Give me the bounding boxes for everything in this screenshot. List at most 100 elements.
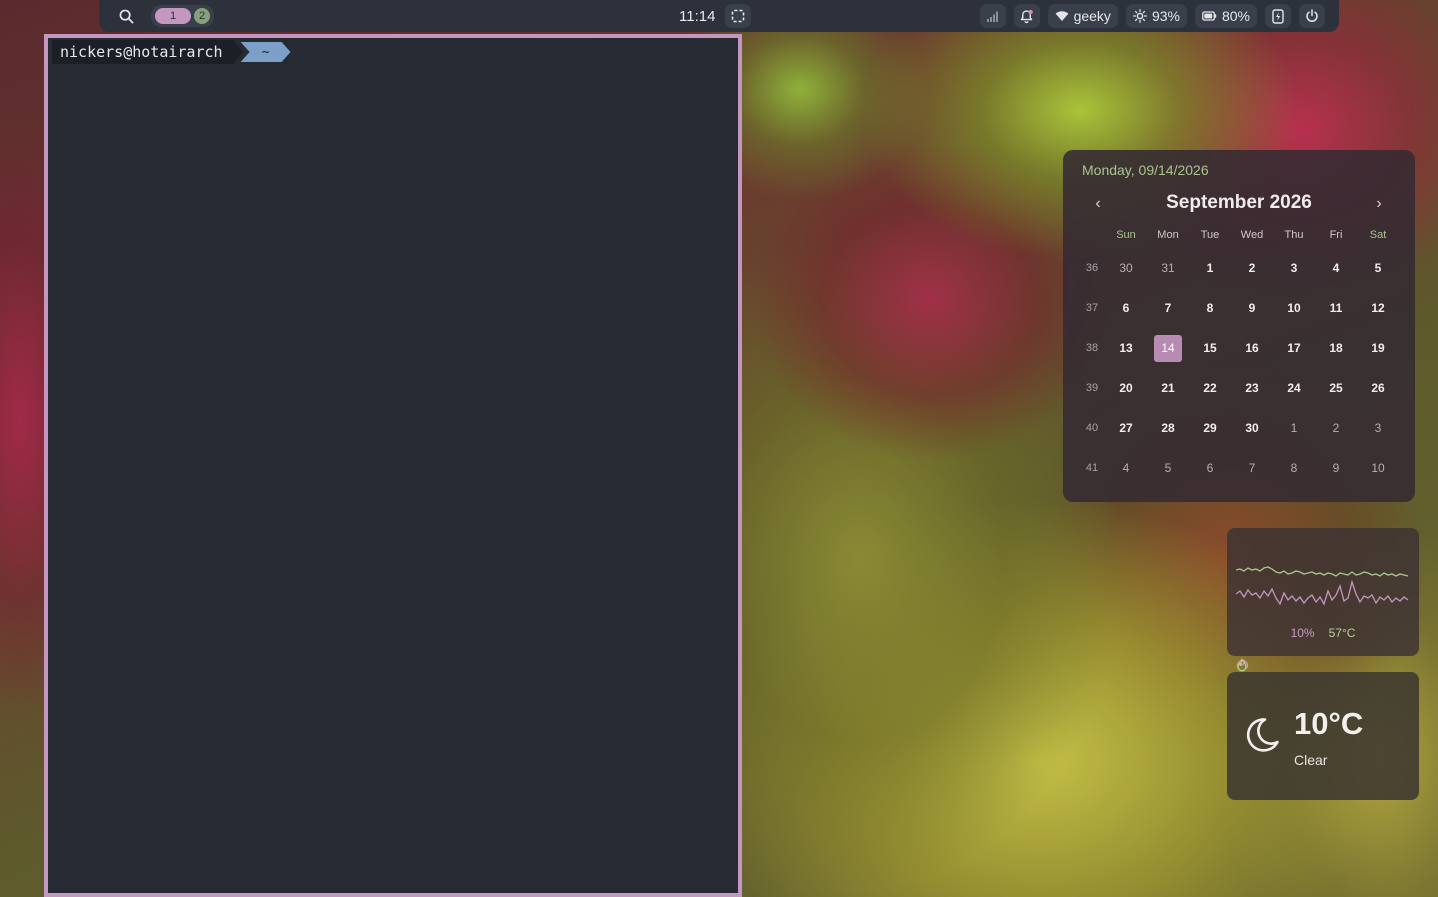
- temperature-graph-line: [1236, 566, 1409, 577]
- calendar-day[interactable]: 6: [1105, 301, 1147, 315]
- calendar-month-title: September 2026: [1166, 192, 1312, 213]
- search-icon: [119, 9, 133, 23]
- calendar-day[interactable]: 4: [1315, 261, 1357, 275]
- screenshot-button[interactable]: [725, 4, 752, 28]
- chevron-right-icon: ›: [1376, 195, 1382, 212]
- calendar-day[interactable]: 2: [1231, 261, 1273, 275]
- calendar-day-today[interactable]: 14: [1147, 334, 1189, 362]
- calendar-day[interactable]: 11: [1315, 301, 1357, 315]
- calendar-day[interactable]: 18: [1315, 341, 1357, 355]
- calendar-week-row: 39 20 21 22 23 24 25 26: [1079, 368, 1399, 408]
- calendar-day[interactable]: 10: [1273, 301, 1315, 315]
- calendar-day[interactable]: 19: [1357, 341, 1399, 355]
- wifi-button[interactable]: geeky: [1047, 4, 1118, 28]
- calendar-day[interactable]: 5: [1147, 461, 1189, 475]
- calendar-day[interactable]: 7: [1147, 301, 1189, 315]
- notifications-button[interactable]: [1013, 4, 1040, 28]
- calendar-day[interactable]: 27: [1105, 421, 1147, 435]
- calendar-day[interactable]: 9: [1315, 461, 1357, 475]
- top-bar-center: 11:14: [679, 0, 752, 32]
- calendar-day[interactable]: 15: [1189, 341, 1231, 355]
- system-monitor-widget: 10% 57°C: [1227, 528, 1419, 672]
- calendar-day[interactable]: 31: [1147, 261, 1189, 275]
- shell-prompt: nickers@hotairarch ~: [52, 40, 291, 64]
- weekday-label: Sat: [1369, 229, 1387, 241]
- calendar-day[interactable]: 29: [1189, 421, 1231, 435]
- calendar-day[interactable]: 8: [1273, 461, 1315, 475]
- prompt-separator: [232, 40, 243, 64]
- cpu-graph-line: [1236, 579, 1409, 606]
- clock[interactable]: 11:14: [679, 8, 715, 25]
- battery-icon: [1202, 11, 1217, 21]
- calendar-week-row: 41 4 5 6 7 8 9 10: [1079, 448, 1399, 488]
- calendar-day[interactable]: 1: [1189, 261, 1231, 275]
- calendar-week-row: 40 27 28 29 30 1 2 3: [1079, 408, 1399, 448]
- calendar-day[interactable]: 5: [1357, 261, 1399, 275]
- battery-button[interactable]: 80%: [1194, 4, 1257, 28]
- workspace-2-button[interactable]: 2: [194, 8, 210, 24]
- power-profile-button[interactable]: [1265, 4, 1291, 28]
- cellular-button[interactable]: [979, 4, 1006, 28]
- calendar-day[interactable]: 25: [1315, 381, 1357, 395]
- weekday-label: Wed: [1240, 229, 1264, 241]
- calendar-weekday-header: Sun Mon Tue Wed Thu Fri Sat: [1079, 228, 1399, 242]
- calendar-day[interactable]: 22: [1189, 381, 1231, 395]
- brightness-value: 93%: [1151, 8, 1180, 24]
- week-number: 38: [1085, 342, 1099, 354]
- top-bar-left: 1 2: [113, 0, 214, 32]
- power-menu-button[interactable]: [1299, 4, 1325, 28]
- calendar-full-date: Monday, 09/14/2026: [1082, 162, 1209, 178]
- calendar-day[interactable]: 16: [1231, 341, 1273, 355]
- calendar-day[interactable]: 13: [1105, 341, 1147, 355]
- week-number: 36: [1085, 262, 1099, 274]
- workspace-1-button[interactable]: 1: [155, 8, 191, 24]
- calendar-day[interactable]: 3: [1357, 421, 1399, 435]
- calendar-day[interactable]: 17: [1273, 341, 1315, 355]
- bell-icon: [1020, 9, 1033, 23]
- brightness-icon: [1133, 9, 1147, 23]
- calendar-day[interactable]: 10: [1357, 461, 1399, 475]
- search-button[interactable]: [113, 4, 139, 28]
- calendar-day[interactable]: 24: [1273, 381, 1315, 395]
- weather-condition: Clear: [1294, 752, 1328, 768]
- calendar-day[interactable]: 4: [1105, 461, 1147, 475]
- weekday-label: Mon: [1157, 229, 1179, 241]
- week-number: 37: [1085, 302, 1099, 314]
- prompt-cwd: ~: [240, 42, 291, 62]
- week-number: 41: [1085, 462, 1099, 474]
- cpu-temp-stat: 57°C: [1237, 626, 1355, 672]
- calendar-day[interactable]: 7: [1231, 461, 1273, 475]
- cpu-usage-value: 10%: [1290, 626, 1315, 640]
- moon-icon: [1246, 718, 1279, 752]
- calendar-day[interactable]: 23: [1231, 381, 1273, 395]
- calendar-day[interactable]: 8: [1189, 301, 1231, 315]
- wifi-icon: [1055, 11, 1068, 21]
- weather-temperature: 10°C: [1294, 706, 1364, 741]
- region-select-icon: [732, 9, 745, 23]
- calendar-day[interactable]: 20: [1105, 381, 1147, 395]
- prompt-user-host: nickers@hotairarch: [52, 40, 233, 64]
- calendar-week-row: 37 6 7 8 9 10 11 12: [1079, 288, 1399, 328]
- calendar-day[interactable]: 6: [1189, 461, 1231, 475]
- calendar-day[interactable]: 9: [1231, 301, 1273, 315]
- weekday-label: Tue: [1200, 229, 1220, 241]
- today-highlight: 14: [1154, 334, 1182, 362]
- brightness-button[interactable]: 93%: [1125, 4, 1187, 28]
- calendar-day[interactable]: 30: [1105, 261, 1147, 275]
- calendar-day[interactable]: 26: [1357, 381, 1399, 395]
- calendar-day[interactable]: 21: [1147, 381, 1189, 395]
- top-bar: 1 2 11:14 geeky 93% 80%: [99, 0, 1339, 32]
- calendar-day[interactable]: 30: [1231, 421, 1273, 435]
- usage-graph: [1236, 566, 1409, 606]
- calendar-day[interactable]: 12: [1357, 301, 1399, 315]
- next-month-button[interactable]: ›: [1369, 193, 1389, 215]
- weekday-label: Fri: [1329, 229, 1343, 241]
- terminal-window[interactable]: nickers@hotairarch ~: [44, 34, 742, 897]
- weather-widget: 10°C Clear: [1227, 672, 1419, 800]
- calendar-day[interactable]: 3: [1273, 261, 1315, 275]
- calendar-day[interactable]: 2: [1315, 421, 1357, 435]
- calendar-week-row: 38 13 14 15 16 17 18 19: [1079, 328, 1399, 368]
- calendar-day[interactable]: 28: [1147, 421, 1189, 435]
- calendar-day[interactable]: 1: [1273, 421, 1315, 435]
- cpu-usage-stat: 10%: [1236, 626, 1315, 669]
